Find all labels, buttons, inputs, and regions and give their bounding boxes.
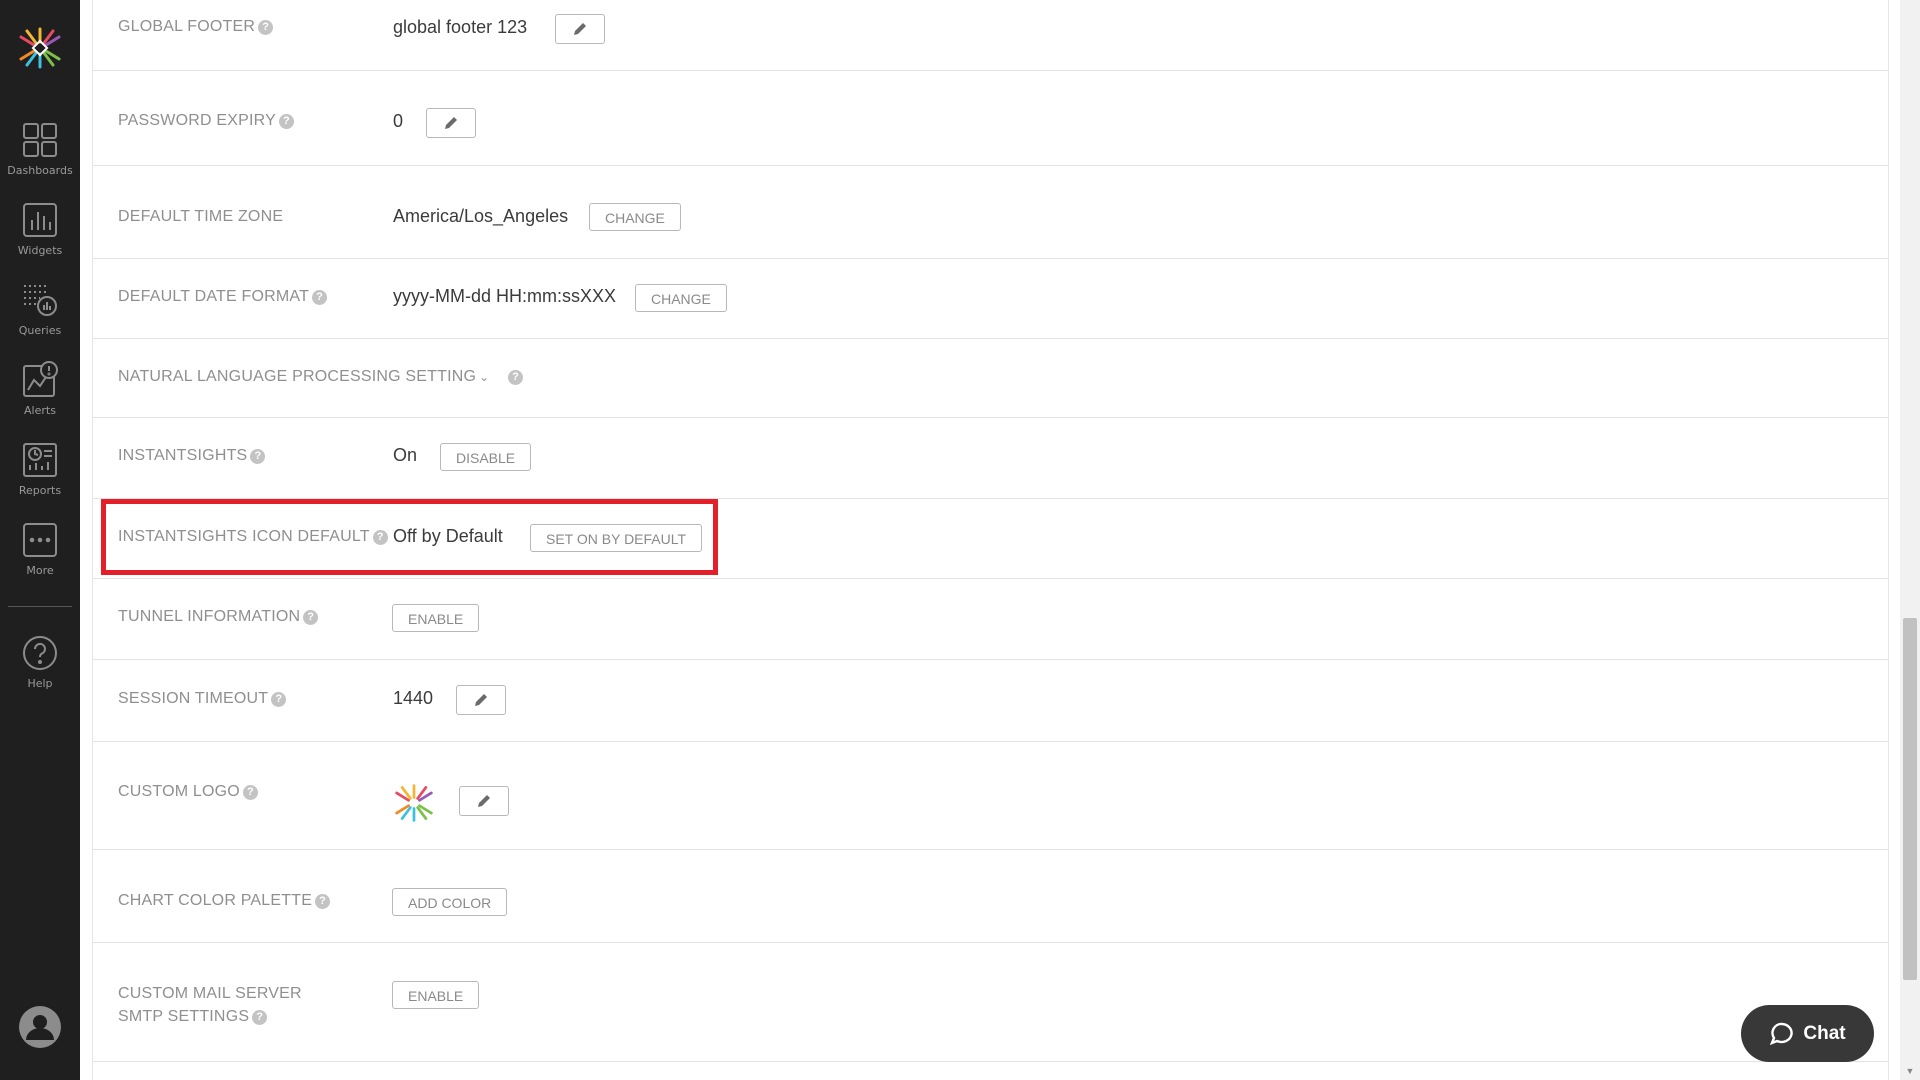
enable-mail-server-button[interactable]: ENABLE (392, 981, 480, 1009)
setting-label: SMTP SETTINGS? (118, 1008, 268, 1026)
widgets-icon (23, 203, 57, 237)
setting-row-chart-color-palette: CHART COLOR PALETTE? ADD COLOR (93, 850, 1888, 943)
help-tooltip-icon[interactable]: ? (252, 1010, 268, 1025)
change-date-format-button[interactable]: CHANGE (635, 284, 727, 312)
edit-button[interactable] (456, 685, 506, 715)
nav-item-dashboards[interactable]: Dashboards (0, 112, 80, 192)
pencil-icon (478, 795, 490, 807)
app-logo-icon[interactable] (17, 25, 63, 71)
help-icon (23, 636, 57, 670)
setting-label: DEFAULT TIME ZONE (118, 208, 284, 225)
setting-row-global-footer: GLOBAL FOOTER? global footer 123 (93, 0, 1888, 71)
nav-divider (8, 606, 72, 607)
setting-row-nlp: NATURAL LANGUAGE PROCESSING SETTING ⌄ ? (93, 339, 1888, 418)
nav-label-widgets: Widgets (17, 244, 63, 257)
nav-item-more[interactable]: More (0, 512, 80, 592)
set-on-by-default-button[interactable]: SET ON BY DEFAULT (530, 524, 703, 552)
edit-button[interactable] (426, 108, 476, 138)
setting-label: CUSTOM MAIL SERVER (118, 985, 302, 1002)
nav-label-alerts: Alerts (24, 404, 56, 417)
custom-logo-image (395, 784, 433, 822)
queries-icon (24, 285, 57, 316)
setting-label: GLOBAL FOOTER? (118, 18, 274, 36)
setting-label: INSTANTSIGHTS? (118, 447, 266, 465)
help-tooltip-icon[interactable]: ? (271, 692, 287, 707)
chevron-down-icon: ⌄ (479, 370, 490, 384)
more-icon (23, 523, 57, 557)
help-tooltip-icon[interactable]: ? (250, 449, 266, 464)
setting-row-default-time-zone: DEFAULT TIME ZONE America/Los_Angeles CH… (93, 166, 1888, 259)
scrollbar-thumb[interactable] (1903, 618, 1917, 980)
nav-label-more: More (26, 564, 54, 577)
alerts-icon (23, 361, 58, 397)
setting-row-password-expiry: PASSWORD EXPIRY? 0 (93, 71, 1888, 166)
setting-label: INSTANTSIGHTS ICON DEFAULT? (118, 528, 388, 546)
setting-value: 1440 (393, 688, 434, 708)
nav-label-help: Help (27, 677, 53, 690)
setting-label: CUSTOM LOGO? (118, 783, 258, 801)
disable-instantsights-button[interactable]: DISABLE (440, 443, 532, 471)
help-tooltip-icon[interactable]: ? (258, 20, 274, 35)
dashboards-icon (23, 123, 57, 157)
chat-button[interactable]: Chat (1741, 1005, 1874, 1062)
help-tooltip-icon[interactable]: ? (242, 785, 258, 800)
chat-label: Chat (1803, 1022, 1846, 1044)
nav-item-help[interactable]: Help (0, 625, 80, 705)
help-tooltip-icon[interactable]: ? (312, 290, 328, 305)
help-tooltip-icon[interactable]: ? (279, 114, 294, 129)
enable-tunnel-button[interactable]: ENABLE (392, 604, 480, 632)
setting-row-instantsights: INSTANTSIGHTS? On DISABLE (93, 418, 1888, 499)
nav-item-reports[interactable]: Reports (0, 432, 80, 512)
setting-row-custom-logo: CUSTOM LOGO? (93, 742, 1888, 850)
scroll-down-arrow-icon[interactable]: ▼ (1904, 1066, 1916, 1078)
edit-button[interactable] (459, 786, 509, 816)
chat-bubble-icon (1770, 1022, 1794, 1045)
setting-value: Off by Default (393, 526, 503, 546)
pencil-icon (475, 694, 487, 706)
setting-row-custom-mail-server: CUSTOM MAIL SERVER SMTP SETTINGS? ENABLE (93, 943, 1888, 1062)
setting-row-tunnel-information: TUNNEL INFORMATION? ENABLE (93, 579, 1888, 660)
setting-label: SESSION TIMEOUT? (118, 690, 287, 708)
help-tooltip-icon[interactable]: ? (303, 610, 319, 625)
nav-label-dashboards: Dashboards (7, 164, 73, 177)
pencil-icon (445, 117, 457, 129)
setting-label: DEFAULT DATE FORMAT? (118, 288, 328, 306)
setting-label: TUNNEL INFORMATION? (118, 608, 319, 626)
help-tooltip-icon[interactable]: ? (372, 530, 388, 545)
user-avatar-icon[interactable] (18, 1005, 62, 1049)
add-color-button[interactable]: ADD COLOR (392, 888, 508, 916)
nav-label-reports: Reports (18, 484, 62, 497)
setting-row-instantsights-icon-default: INSTANTSIGHTS ICON DEFAULT? Off by Defau… (93, 499, 1888, 579)
setting-value: America/Los_Angeles (393, 206, 569, 226)
setting-row-session-timeout: SESSION TIMEOUT? 1440 (93, 660, 1888, 742)
nav-item-alerts[interactable]: Alerts (0, 352, 80, 432)
nav-item-queries[interactable]: Queries (0, 272, 80, 352)
setting-row-default-date-format: DEFAULT DATE FORMAT? yyyy-MM-dd HH:mm:ss… (93, 259, 1888, 339)
pencil-icon (574, 23, 586, 35)
help-tooltip-icon[interactable]: ? (315, 894, 331, 909)
nav-item-widgets[interactable]: Widgets (0, 192, 80, 272)
setting-value: global footer 123 (393, 17, 528, 37)
settings-panel: GLOBAL FOOTER? global footer 123 PASSWOR… (92, 0, 1889, 1080)
setting-value: 0 (393, 111, 404, 131)
nav-label-queries: Queries (18, 324, 62, 337)
setting-value: On (393, 445, 418, 465)
setting-value: yyyy-MM-dd HH:mm:ssXXX (393, 286, 617, 306)
setting-label: PASSWORD EXPIRY? (118, 112, 294, 130)
edit-button[interactable] (555, 14, 605, 44)
help-tooltip-icon[interactable]: ? (508, 370, 524, 385)
nlp-setting-toggle[interactable]: NATURAL LANGUAGE PROCESSING SETTING ⌄ ? (118, 368, 524, 386)
reports-icon (23, 443, 57, 477)
setting-label: CHART COLOR PALETTE? (118, 892, 331, 910)
side-navigation: Dashboards Widgets Queries Alerts Report… (0, 0, 80, 1080)
change-time-zone-button[interactable]: CHANGE (589, 203, 681, 231)
